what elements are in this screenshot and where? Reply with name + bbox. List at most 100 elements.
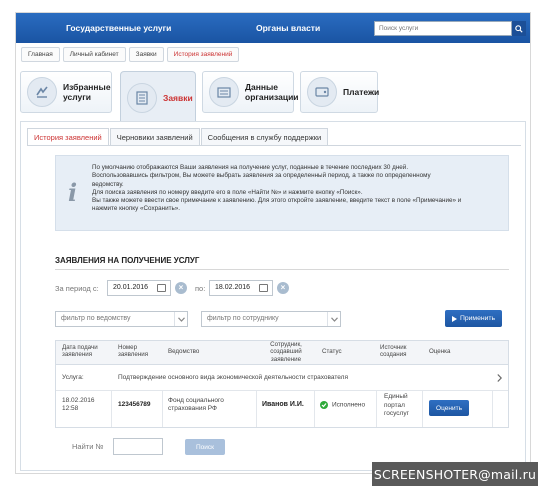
nav-authorities[interactable]: Органы власти [256,23,320,33]
info-line: Для поиска заявления по номеру введите е… [92,188,363,196]
col-agency: Ведомство [168,348,200,355]
tab-label-2: организации [245,92,299,102]
info-line: нажмите кнопку «Сохранить». [92,205,181,213]
agency-filter-select[interactable]: фильтр по ведомству [55,311,188,327]
row-date: 18.02.2016 12:58 [62,397,95,413]
date-to-field[interactable]: 18.02.2016 [209,280,273,296]
portal-frame: Государственные услуги Органы власти Гла… [15,12,531,474]
info-line: Вы также можете ввести свое примечание к… [92,197,462,205]
watermark: SCREENSHOTER@mail.ru [372,462,538,486]
info-text: По умолчанию отображаются Ваши заявления… [92,164,502,214]
info-box: i По умолчанию отображаются Ваши заявлен… [55,155,509,231]
section-title: ЗАЯВЛЕНИЯ НА ПОЛУЧЕНИЕ УСЛУГ [55,256,200,265]
period-filter: За период с: 20.01.2016 × по: 18.02.2016… [55,280,355,298]
info-icon: i [68,178,78,207]
period-to-label: по: [195,284,206,293]
play-icon [451,315,457,322]
date-value: 18.02.2016 [62,397,95,404]
divider [27,145,521,146]
row-agency: Фонд социального страхования РФ [168,397,224,413]
col-rating: Оценка [429,348,451,355]
building-icon [209,77,239,107]
tab-label: Платежи [343,87,380,97]
breadcrumb-home[interactable]: Главная [21,47,60,62]
col-status: Статус [322,348,342,355]
date-from-field[interactable]: 20.01.2016 [107,280,171,296]
chevron-down-icon [327,312,340,326]
chevron-right-icon[interactable] [497,374,502,382]
table-header: Дата подачи заявления Номер заявления Ве… [56,341,508,365]
breadcrumb: Главная Личный кабинет Заявки История за… [21,47,240,62]
calendar-icon[interactable] [259,284,268,292]
wallet-icon [307,77,337,107]
breadcrumb-cabinet[interactable]: Личный кабинет [62,47,126,62]
tab-requests[interactable]: Заявки [120,71,196,123]
chevron-down-icon [174,312,187,326]
divider [162,391,163,427]
rate-button[interactable]: Оценить [429,400,469,416]
period-from-label: За период с: [55,284,99,293]
date-from-value: 20.01.2016 [113,284,149,291]
source-line: госуслуг [384,410,409,417]
clear-date-from-icon[interactable]: × [175,282,187,294]
employee-filter-select[interactable]: фильтр по сотруднику [201,311,341,327]
apply-button[interactable]: Применить [445,310,502,327]
service-label: Услуга: [62,374,84,381]
divider [111,391,112,427]
tab-label: Заявки [163,92,193,103]
content-panel: История заявлений Черновики заявлений Со… [20,121,526,471]
time-value: 12:58 [62,405,79,412]
breadcrumb-history: История заявлений [166,47,240,62]
date-to-value: 18.02.2016 [215,284,251,291]
source-line: Единый [384,393,408,400]
employee-filter-placeholder: фильтр по сотруднику [207,315,279,322]
row-employee: Иванов И.И. [262,401,304,408]
divider [376,391,377,427]
search-button[interactable] [512,21,526,36]
divider [492,391,493,427]
agency-line: Фонд социального [168,397,224,404]
tab-payments[interactable]: Платежи [300,71,380,113]
row-source: Единый портал госуслуг [384,393,409,419]
breadcrumb-requests[interactable]: Заявки [128,47,164,62]
col-number: Номер заявления [118,344,149,359]
find-number-label: Найти № [72,442,104,451]
calendar-icon[interactable] [157,284,166,292]
tab-request-history[interactable]: История заявлений [27,128,109,146]
find-number-input[interactable] [113,438,163,455]
divider [55,269,509,270]
list-icon [127,82,157,113]
agency-line: страхования РФ [168,405,217,412]
search-icon [515,24,523,33]
apply-label: Применить [459,315,496,322]
divider [256,391,257,427]
col-employee: Сотрудник, создавший заявление [270,341,302,363]
agency-filter-placeholder: фильтр по ведомству [61,315,131,322]
star-icon [27,77,57,107]
nav-gov-services[interactable]: Государственные услуги [66,23,171,33]
clear-date-to-icon[interactable]: × [277,282,289,294]
row-status: Исполнено [320,401,365,410]
tab-drafts[interactable]: Черновики заявлений [109,128,200,145]
search-button[interactable]: Поиск [185,439,225,455]
sub-tabs: История заявлений Черновики заявлений Со… [27,128,329,146]
tab-organization-data[interactable]: Данные организации [202,71,299,113]
top-navigation-bar: Государственные услуги Органы власти [16,13,530,43]
divider [422,391,423,427]
tab-support-messages[interactable]: Сообщения в службу поддержки [200,128,329,145]
info-line: ведомству. [92,180,124,188]
service-row[interactable]: Услуга: Подтверждение основного вида эко… [56,365,508,391]
requests-table: Дата подачи заявления Номер заявления Ве… [55,340,509,428]
main-tabs: Избранные услуги Заявки Данные организации… [20,71,526,123]
tab-label-2: услуги [63,92,92,102]
tab-label: Данные [245,82,279,92]
col-date: Дата подачи заявления [62,344,98,359]
table-row[interactable]: 18.02.2016 12:58 123456789 Фонд социальн… [56,391,508,427]
service-name: Подтверждение основного вида экономическ… [118,374,348,381]
check-circle-icon [320,401,328,409]
search-input[interactable] [374,21,512,36]
divider [314,391,315,427]
tab-label: Избранные [63,82,111,92]
tab-favorite-services[interactable]: Избранные услуги [20,71,112,113]
row-number: 123456789 [118,401,151,408]
